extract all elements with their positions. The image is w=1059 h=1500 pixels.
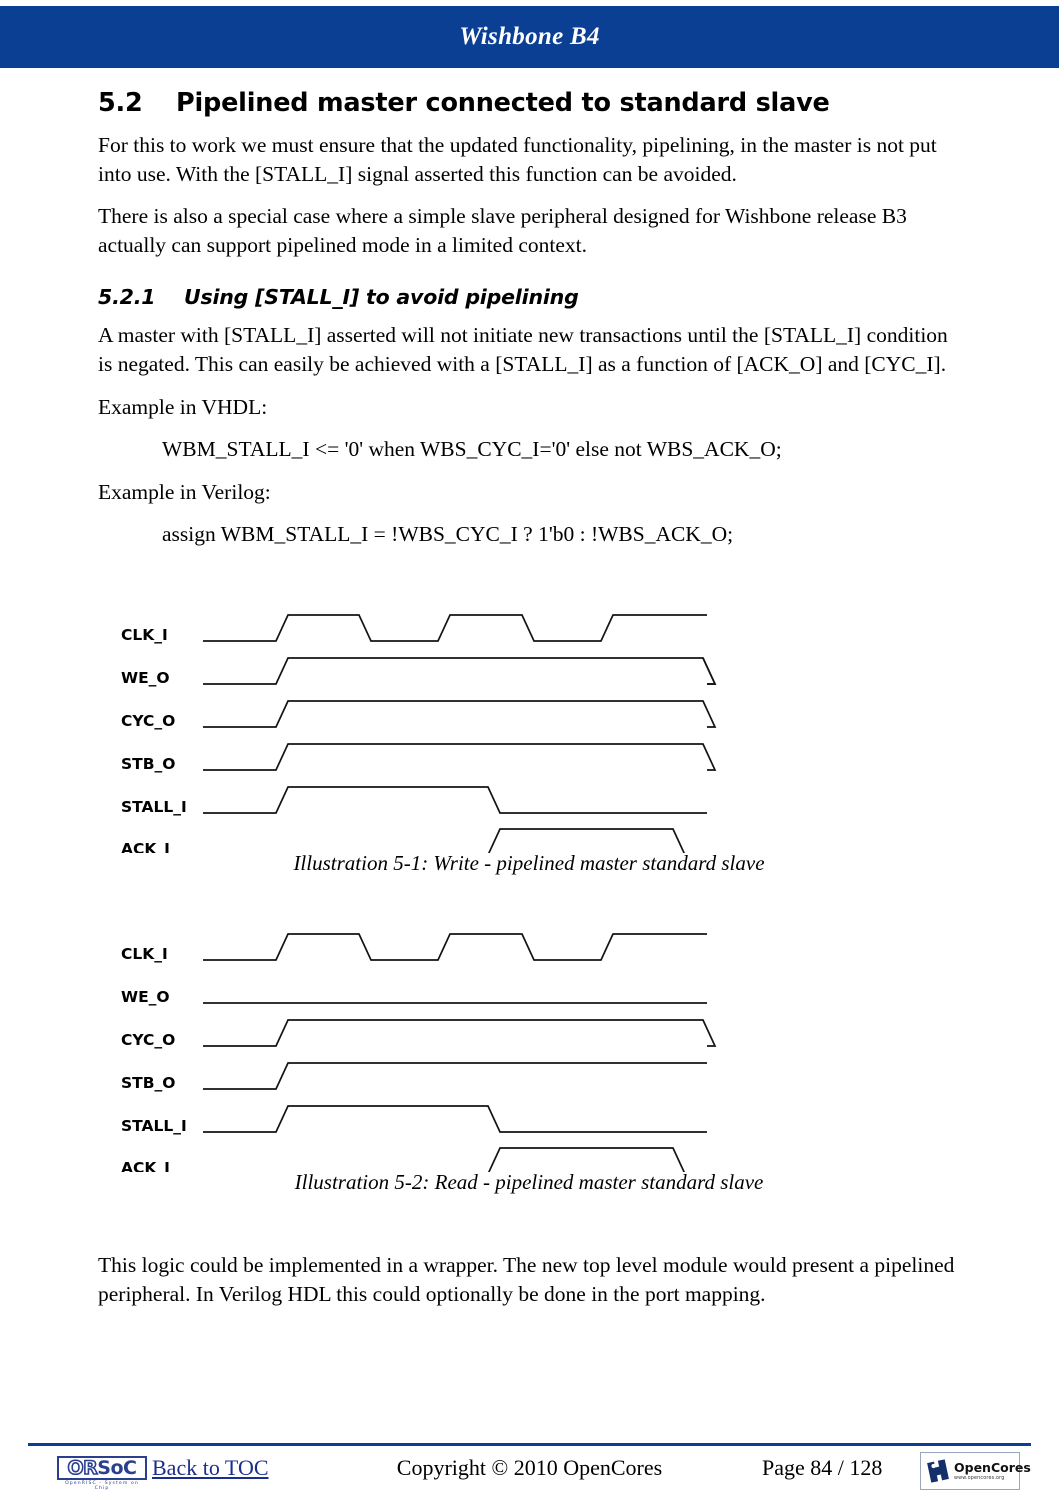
opencores-logo-text: OpenCores www.opencores.org	[954, 1461, 1031, 1481]
signal-label-stall-i: STALL_I	[121, 1117, 187, 1135]
signal-label-stb-o: STB_O	[121, 755, 175, 773]
waveform-cyc-o	[203, 700, 717, 728]
subsection-title: Using [STALL_I] to avoid pipelining	[184, 285, 579, 310]
signal-label-clk-i: CLK_I	[121, 945, 168, 963]
signal-label-cyc-o: CYC_O	[121, 712, 175, 730]
signal-label-ack-i: ACK_I	[121, 840, 170, 853]
subsection-heading: 5.2.1 Using [STALL_I] to avoid pipelinin…	[98, 285, 960, 309]
waveform-ack-i	[487, 1147, 686, 1172]
timing-diagram-write: CLK_I WE_O CYC_O STB_O STALL_I ACK_I	[121, 614, 717, 853]
verilog-example-code: assign WBM_STALL_I = !WBS_CYC_I ? 1'b0 :…	[162, 522, 734, 547]
footer-divider	[28, 1443, 1031, 1446]
page-header: Wishbone B4	[0, 6, 1059, 68]
figure-caption-5-2: Illustration 5-2: Read - pipelined maste…	[294, 1169, 764, 1194]
figure-caption-5-1: Illustration 5-1: Write - pipelined mast…	[293, 850, 765, 875]
signal-label-we-o: WE_O	[121, 669, 170, 687]
section-paragraph-2: There is also a special case where a sim…	[98, 204, 907, 257]
section-heading: 5.2 Pipelined master connected to standa…	[98, 88, 960, 118]
document-title: Wishbone B4	[459, 23, 600, 50]
closing-paragraph: This logic could be implemented in a wra…	[98, 1252, 955, 1306]
signal-label-we-o: WE_O	[121, 988, 170, 1006]
waveform-ack-i	[487, 828, 686, 853]
opencores-url: www.opencores.org	[954, 1476, 1005, 1481]
opencores-name: OpenCores	[954, 1460, 1031, 1475]
subsection-paragraph-1: A master with [STALL_I] asserted will no…	[98, 323, 948, 376]
signal-label-cyc-o: CYC_O	[121, 1031, 175, 1049]
waveform-we-o	[203, 657, 717, 685]
verilog-example-label: Example in Verilog:	[98, 479, 271, 504]
waveform-stb-o	[203, 1062, 707, 1090]
signal-label-stb-o: STB_O	[121, 1074, 175, 1092]
footer-copyright: Copyright © 2010 OpenCores	[396, 1455, 663, 1480]
opencores-logo: OpenCores www.opencores.org	[920, 1452, 1031, 1490]
waveform-clk-i	[203, 933, 707, 961]
footer-page-number: Page 84 / 128	[762, 1455, 883, 1480]
waveform-stall-i	[203, 786, 707, 814]
waveform-stb-o	[203, 743, 717, 771]
subsection-number: 5.2.1	[98, 285, 156, 310]
signal-label-clk-i: CLK_I	[121, 626, 168, 644]
signal-label-stall-i: STALL_I	[121, 798, 187, 816]
waveform-we-o-tail	[702, 657, 717, 685]
figure-illustration-5-2: CLK_I WE_O CYC_O STB_O STALL_I ACK_I Ill…	[98, 912, 960, 1195]
section-title: Pipelined master connected to standard s…	[176, 88, 830, 118]
opencores-mark-icon	[925, 1458, 951, 1484]
vhdl-example-label: Example in VHDL:	[98, 394, 268, 419]
document-content: 5.2 Pipelined master connected to standa…	[98, 88, 960, 1322]
waveform-cyc-o	[203, 1019, 717, 1047]
figure-illustration-5-1: CLK_I WE_O CYC_O STB_O STALL_I ACK_I Ill…	[98, 593, 960, 876]
timing-diagram-read: CLK_I WE_O CYC_O STB_O STALL_I ACK_I	[121, 933, 717, 1172]
section-number: 5.2	[98, 88, 143, 118]
section-paragraph-1: For this to work we must ensure that the…	[98, 133, 937, 186]
orsoc-logo-tagline: OpenRISC - System on Chip	[65, 1481, 139, 1491]
waveform-stall-i	[203, 1105, 707, 1133]
vhdl-example-code: WBM_STALL_I <= '0' when WBS_CYC_I='0' el…	[162, 437, 782, 462]
signal-label-ack-i: ACK_I	[121, 1159, 170, 1172]
waveform-clk-i	[203, 614, 707, 642]
